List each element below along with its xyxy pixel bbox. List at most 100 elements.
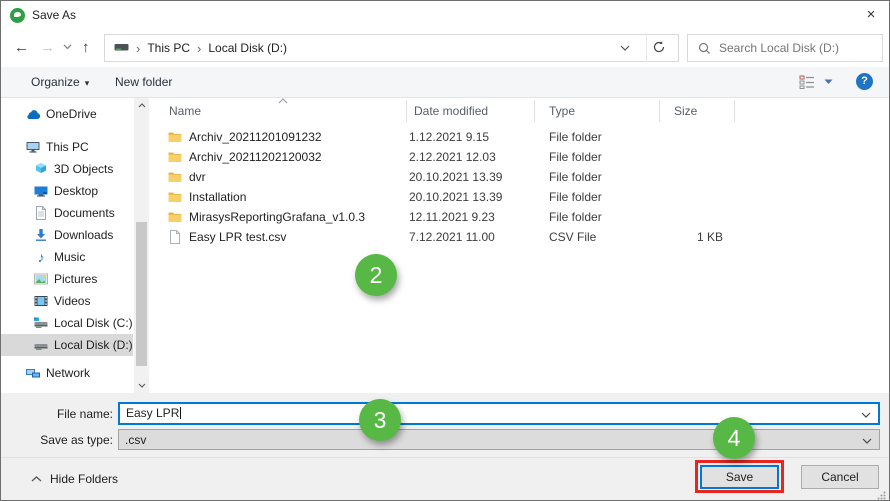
file-name-cell: dvr [189,167,206,187]
navigation-bar: ← → ↑ › This PC › Local Disk (D:) Sea [1,29,889,67]
sidebar-item-local-disk-c[interactable]: Local Disk (C:) [1,312,133,334]
folder-icon [167,169,183,185]
text-caret [180,407,181,419]
new-folder-button[interactable]: New folder [115,67,172,97]
save-as-type-select[interactable]: .csv [118,429,880,450]
sidebar-item-music[interactable]: ♪ Music [1,246,133,268]
column-header-size[interactable]: Size [674,104,697,118]
sidebar: OneDrive This PC 3D Objects Desktop Docu… [1,98,151,393]
table-row[interactable]: Installation 20.10.2021 13.39 File folde… [153,187,889,207]
sidebar-item-label: Downloads [54,228,113,242]
sidebar-item-documents[interactable]: Documents [1,202,133,224]
file-name-cell: Archiv_20211201091232 [189,127,322,147]
save-as-type-value: .csv [125,433,146,447]
sidebar-item-onedrive[interactable]: OneDrive [1,103,133,125]
pictures-icon [33,271,49,287]
scroll-down-button[interactable] [134,378,149,393]
file-name-cell: MirasysReportingGrafana_v1.0.3 [189,207,365,227]
column-divider[interactable] [406,100,407,122]
sidebar-item-local-disk-d[interactable]: Local Disk (D:) [1,334,133,356]
back-icon: ← [14,39,29,56]
annotation-step-3: 3 [359,399,401,441]
onedrive-icon [25,106,41,122]
refresh-icon [652,40,666,54]
resize-grip[interactable] [877,491,886,500]
sidebar-item-label: Local Disk (C:) [54,316,133,330]
table-row[interactable]: Easy LPR test.csv 7.12.2021 11.00 CSV Fi… [153,227,889,247]
sidebar-item-pictures[interactable]: Pictures [1,268,133,290]
title-bar: Save As × [1,1,889,29]
view-details-button[interactable] [799,74,815,89]
sidebar-item-3d-objects[interactable]: 3D Objects [1,158,133,180]
search-icon [698,42,711,55]
sidebar-item-desktop[interactable]: Desktop [1,180,133,202]
type-cell: File folder [549,167,602,187]
file-list: Name Date modified Type Size Archiv_2021… [153,98,889,393]
file-name-cell: Installation [189,187,246,207]
cancel-button[interactable]: Cancel [801,465,879,489]
sidebar-item-label: Documents [54,206,115,220]
column-divider[interactable] [734,100,735,122]
date-modified-cell: 20.10.2021 13.39 [409,187,502,207]
sidebar-item-videos[interactable]: Videos [1,290,133,312]
chevron-down-icon[interactable] [861,412,871,418]
forward-icon: → [40,39,55,56]
address-bar[interactable]: › This PC › Local Disk (D:) [104,34,679,62]
date-modified-cell: 2.12.2021 12.03 [409,147,496,167]
folder-icon [167,129,183,145]
sidebar-item-downloads[interactable]: Downloads [1,224,133,246]
table-row[interactable]: MirasysReportingGrafana_v1.0.3 12.11.202… [153,207,889,227]
form-panel: File name: Easy LPR Save as type: .csv [1,393,889,457]
search-box[interactable]: Search Local Disk (D:) [687,34,883,62]
sidebar-scrollbar[interactable] [134,98,149,393]
save-button[interactable]: Save [700,465,779,489]
toolbar: Organize▾ New folder ? [1,67,889,98]
scroll-up-button[interactable] [134,98,149,113]
table-row[interactable]: Archiv_20211201091232 1.12.2021 9.15 Fil… [153,127,889,147]
view-dropdown-button[interactable] [824,79,833,85]
scrollbar-thumb[interactable] [136,222,147,366]
table-row[interactable]: Archiv_20211202120032 2.12.2021 12.03 Fi… [153,147,889,167]
column-divider[interactable] [534,100,535,122]
chevron-down-icon[interactable] [862,438,872,444]
local-disk-d-icon [33,337,49,353]
sidebar-item-this-pc[interactable]: This PC [1,136,133,158]
breadcrumb-item-this-pc[interactable]: This PC [147,41,190,55]
sidebar-item-label: Desktop [54,184,98,198]
date-modified-cell: 1.12.2021 9.15 [409,127,489,147]
breadcrumb: › This PC › Local Disk (D:) [105,35,287,61]
file-name-value: Easy LPR [126,406,179,420]
column-header-name[interactable]: Name [169,104,201,118]
column-header-date-modified[interactable]: Date modified [414,104,488,118]
up-button[interactable]: ↑ [82,38,90,58]
hide-folders-button[interactable]: Hide Folders [31,472,118,486]
organize-button[interactable]: Organize▾ [31,67,89,97]
details-view-icon [799,74,815,89]
breadcrumb-item-local-disk-d[interactable]: Local Disk (D:) [208,41,287,55]
address-dropdown-button[interactable] [620,45,630,51]
chevron-down-icon: ▾ [85,78,90,88]
sort-ascending-icon [278,98,288,104]
sidebar-item-label: Videos [54,294,90,308]
type-cell: CSV File [549,227,596,247]
back-button[interactable]: ← [14,38,29,58]
history-dropdown-button[interactable] [63,44,72,50]
chevron-down-icon [138,383,146,388]
search-placeholder: Search Local Disk (D:) [719,41,839,55]
folder-icon [167,189,183,205]
divider [646,36,647,62]
sidebar-item-label: 3D Objects [54,162,113,176]
file-name-input[interactable]: Easy LPR [118,402,880,425]
column-divider[interactable] [659,100,660,122]
sidebar-item-network[interactable]: Network [1,362,133,384]
table-row[interactable]: dvr 20.10.2021 13.39 File folder [153,167,889,187]
help-button[interactable]: ? [856,73,873,90]
file-name-cell: Easy LPR test.csv [189,227,286,247]
column-header-type[interactable]: Type [549,104,575,118]
forward-button[interactable]: → [40,38,55,58]
date-modified-cell: 7.12.2021 11.00 [409,227,495,247]
refresh-button[interactable] [652,40,672,58]
sidebar-item-label: Network [46,366,90,380]
close-button[interactable]: × [861,5,881,25]
documents-icon [33,205,49,221]
